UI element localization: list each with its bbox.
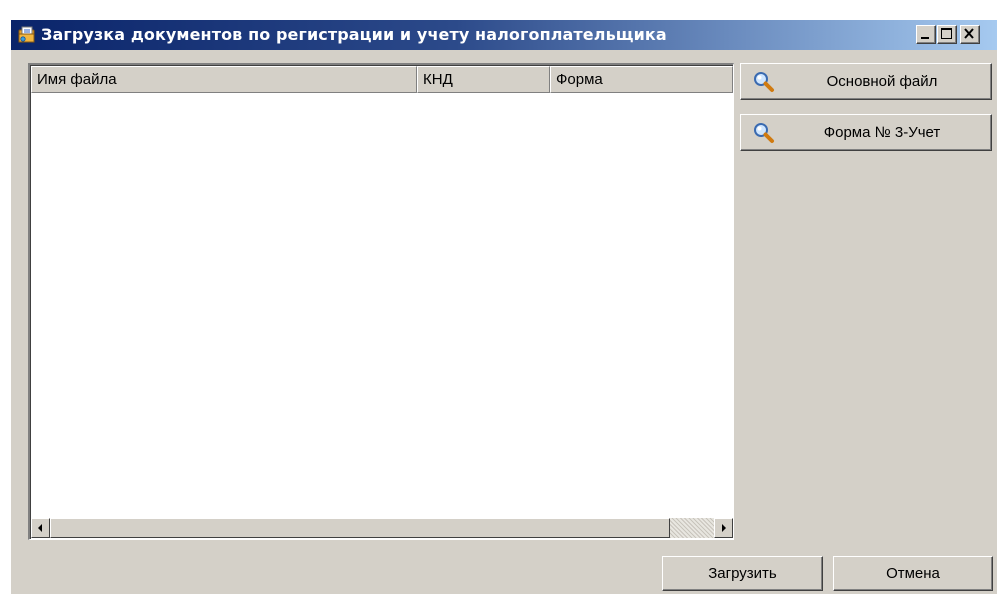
- scrollbar-thumb[interactable]: [50, 518, 670, 538]
- magnifier-icon: [754, 123, 774, 143]
- list-header: Имя файла КНД Форма: [31, 66, 733, 93]
- scroll-left-button[interactable]: [31, 518, 50, 538]
- close-icon: [964, 28, 974, 39]
- upload-dialog: Загрузка документов по регистрации и уче…: [10, 19, 997, 594]
- maximize-icon: [941, 28, 952, 39]
- maximize-button[interactable]: [937, 25, 957, 44]
- column-header-form[interactable]: Форма: [550, 66, 733, 93]
- scrollbar-track[interactable]: [670, 518, 714, 538]
- arrow-right-icon: [722, 524, 726, 532]
- minimize-button[interactable]: [916, 25, 936, 44]
- main-file-button[interactable]: Основной файл: [740, 63, 992, 100]
- document-folder-icon: [18, 26, 35, 43]
- scroll-right-button[interactable]: [714, 518, 733, 538]
- minimize-icon: [921, 37, 929, 39]
- column-header-file-name[interactable]: Имя файла: [31, 66, 417, 93]
- form-label: Форма № 3-Учет: [823, 124, 941, 141]
- file-list[interactable]: Имя файла КНД Форма: [28, 63, 734, 540]
- title-bar[interactable]: Загрузка документов по регистрации и уче…: [11, 20, 997, 50]
- main-file-label: Основной файл: [826, 73, 938, 90]
- column-header-knd[interactable]: КНД: [417, 66, 550, 93]
- horizontal-scrollbar[interactable]: [31, 518, 733, 538]
- magnifier-icon: [754, 72, 774, 92]
- close-button[interactable]: [960, 25, 980, 44]
- window-title: Загрузка документов по регистрации и уче…: [41, 25, 667, 44]
- arrow-left-icon: [38, 524, 42, 532]
- form-3-uchet-button[interactable]: Форма № 3-Учет: [740, 114, 992, 151]
- load-button[interactable]: Загрузить: [662, 556, 823, 591]
- cancel-button[interactable]: Отмена: [833, 556, 993, 591]
